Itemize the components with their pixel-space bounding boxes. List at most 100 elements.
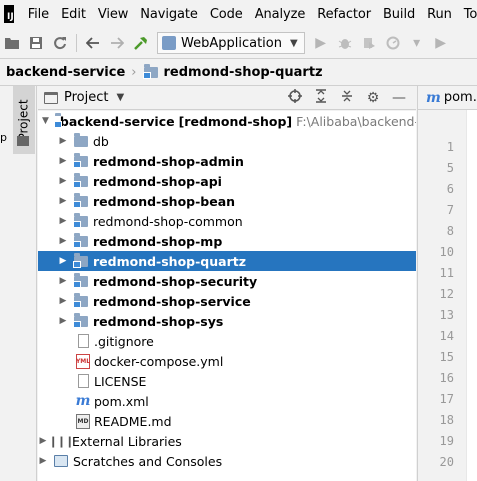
menu-build[interactable]: Build — [377, 7, 421, 22]
tree-item-label: Scratches and Consoles — [73, 453, 223, 469]
run-configuration-label: WebApplication — [181, 35, 282, 51]
tree-file-docker-compose[interactable]: YML docker-compose.yml — [38, 351, 416, 371]
left-tool-strip: p Project — [0, 86, 37, 481]
tree-root-backend-service[interactable]: ▼ backend-service [redmond-shop] F:\Alib… — [38, 111, 416, 131]
collapsed-arrow-icon[interactable]: ▶ — [58, 176, 68, 186]
tree-item-db[interactable]: ▶ db — [38, 131, 416, 151]
breadcrumb-label: backend-service — [6, 64, 126, 80]
tree-item-redmond-shop-admin[interactable]: ▶ redmond-shop-admin — [38, 151, 416, 171]
build-hammer-icon[interactable] — [129, 31, 153, 55]
line-number: 6 — [446, 182, 454, 196]
collapsed-arrow-icon[interactable]: ▶ — [58, 196, 68, 206]
collapsed-arrow-icon[interactable]: ▶ — [58, 156, 68, 166]
collapsed-arrow-icon[interactable]: ▶ — [58, 216, 68, 226]
module-folder-icon — [143, 63, 159, 79]
run-configuration-select[interactable]: WebApplication ▼ — [157, 32, 305, 54]
tree-item-redmond-shop-quartz[interactable]: ▶ redmond-shop-quartz — [38, 251, 416, 271]
line-number: 13 — [439, 308, 454, 322]
menu-code[interactable]: Code — [204, 7, 249, 22]
editor-tab-pom[interactable]: m pom.x — [418, 86, 477, 110]
menu-edit[interactable]: Edit — [55, 7, 92, 22]
tree-scratches[interactable]: ▶ Scratches and Consoles — [38, 451, 416, 471]
tree-item-label: docker-compose.yml — [94, 353, 224, 369]
root-module-name: [redmond-shop] — [178, 113, 293, 129]
line-number: 8 — [446, 224, 454, 238]
tree-external-libraries[interactable]: ▶ ❙❙❙ External Libraries — [38, 431, 416, 451]
menu-run[interactable]: Run — [421, 7, 458, 22]
collapsed-arrow-icon[interactable]: ▶ — [58, 276, 68, 286]
tree-item-redmond-shop-service[interactable]: ▶ redmond-shop-service — [38, 291, 416, 311]
settings-icon[interactable]: ⚙ — [360, 90, 386, 106]
more-run-icon[interactable]: ▾ — [405, 31, 429, 55]
tree-item-label: README.md — [94, 413, 172, 429]
collapsed-arrow-icon[interactable]: ▶ — [38, 456, 48, 466]
tree-item-label: LICENSE — [94, 373, 147, 389]
text-file-icon — [78, 374, 89, 388]
breadcrumb-item-project[interactable]: backend-service — [0, 65, 129, 80]
module-folder-icon — [73, 172, 88, 188]
code-editor[interactable] — [466, 110, 477, 481]
collapsed-arrow-icon[interactable]: ▶ — [58, 256, 68, 266]
tree-item-redmond-shop-common[interactable]: ▶ redmond-shop-common — [38, 211, 416, 231]
tree-item-label: redmond-shop-bean — [93, 193, 236, 209]
line-number: 5 — [446, 161, 454, 175]
profile-icon[interactable] — [381, 31, 405, 55]
line-number-gutter: 1 5 6 7 8 10 11 12 13 14 15 16 17 18 19 … — [418, 120, 466, 481]
line-number: 18 — [439, 413, 454, 427]
tree-item-label: redmond-shop-admin — [93, 153, 244, 169]
expanded-arrow-icon[interactable]: ▼ — [42, 116, 49, 126]
tree-file-gitignore[interactable]: .gitignore — [38, 331, 416, 351]
web-app-config-icon — [162, 36, 176, 50]
tree-item-redmond-shop-mp[interactable]: ▶ redmond-shop-mp — [38, 231, 416, 251]
tree-file-license[interactable]: LICENSE — [38, 371, 416, 391]
breadcrumb-item-module[interactable]: redmond-shop-quartz — [138, 63, 326, 80]
chevron-down-icon: ▼ — [289, 37, 298, 49]
menu-file[interactable]: File — [22, 7, 55, 22]
line-number: 17 — [439, 392, 454, 406]
open-folder-icon[interactable] — [0, 31, 24, 55]
menu-view[interactable]: View — [92, 7, 134, 22]
menu-refactor[interactable]: Refactor — [311, 7, 377, 22]
forward-icon[interactable] — [105, 31, 129, 55]
line-number: 15 — [439, 350, 454, 364]
collapsed-arrow-icon[interactable]: ▶ — [58, 296, 68, 306]
coverage-icon[interactable] — [357, 31, 381, 55]
project-window-icon — [44, 91, 58, 104]
tree-item-label: .gitignore — [94, 333, 154, 349]
menu-analyze[interactable]: Analyze — [249, 7, 312, 22]
project-tree: ▼ backend-service [redmond-shop] F:\Alib… — [38, 111, 416, 481]
project-view-select[interactable]: Project — [64, 90, 108, 105]
module-folder-icon — [73, 212, 88, 228]
expand-all-icon[interactable] — [308, 89, 334, 107]
tree-item-redmond-shop-bean[interactable]: ▶ redmond-shop-bean — [38, 191, 416, 211]
toolbar-separator — [76, 34, 77, 52]
module-folder-icon — [73, 192, 88, 208]
run-icon[interactable]: ▶ — [309, 31, 333, 55]
tree-item-redmond-shop-api[interactable]: ▶ redmond-shop-api — [38, 171, 416, 191]
collapse-all-icon[interactable] — [334, 89, 360, 107]
tree-item-redmond-shop-sys[interactable]: ▶ redmond-shop-sys — [38, 311, 416, 331]
tree-file-readme[interactable]: MD README.md — [38, 411, 416, 431]
line-number: 10 — [439, 245, 454, 259]
tree-file-pom[interactable]: m pom.xml — [38, 391, 416, 411]
tree-item-redmond-shop-security[interactable]: ▶ redmond-shop-security — [38, 271, 416, 291]
structure-tab-icon[interactable] — [17, 136, 29, 146]
locate-icon[interactable] — [282, 89, 308, 107]
chevron-down-icon[interactable]: ▼ — [116, 92, 124, 103]
line-number: 12 — [439, 287, 454, 301]
debug-icon[interactable] — [333, 31, 357, 55]
markdown-file-icon: MD — [76, 413, 90, 429]
menu-navigate[interactable]: Navigate — [134, 7, 204, 22]
sync-icon[interactable] — [48, 31, 72, 55]
collapsed-arrow-icon[interactable]: ▶ — [58, 316, 68, 326]
collapsed-arrow-icon[interactable]: ▶ — [38, 436, 48, 446]
save-icon[interactable] — [24, 31, 48, 55]
menu-tools[interactable]: Tools — [458, 7, 477, 22]
tree-item-label: redmond-shop-quartz — [93, 253, 246, 269]
edge-text: p — [0, 131, 7, 144]
collapsed-arrow-icon[interactable]: ▶ — [58, 136, 68, 146]
back-icon[interactable] — [81, 31, 105, 55]
run-next-icon[interactable]: ▶ — [429, 31, 453, 55]
collapsed-arrow-icon[interactable]: ▶ — [58, 236, 68, 246]
minimize-icon[interactable]: — — [386, 90, 412, 106]
